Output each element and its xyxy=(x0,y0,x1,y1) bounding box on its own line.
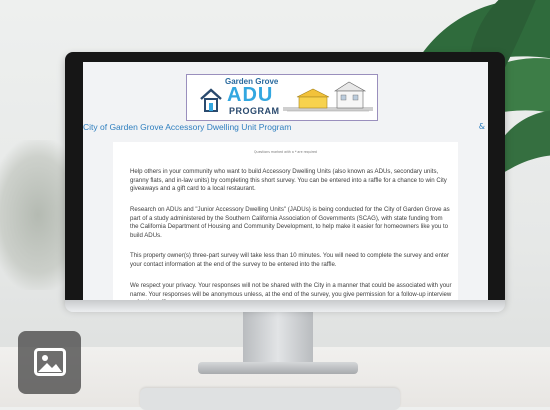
survey-card: Questions marked with a * are required H… xyxy=(113,142,458,300)
header-link[interactable]: & xyxy=(479,122,485,131)
background-plant xyxy=(0,140,70,290)
intro-paragraph: Help others in your community who want t… xyxy=(130,168,447,193)
image-icon xyxy=(34,348,66,376)
research-paragraph: Research on ADUs and "Junior Accessory D… xyxy=(130,206,450,239)
page-title: City of Garden Grove Accessory Dwelling … xyxy=(83,122,292,132)
adu-illustration xyxy=(283,81,373,112)
monitor-chin xyxy=(65,300,505,312)
monitor-screen: Garden Grove ADU PROGRAM City of Garden … xyxy=(83,62,488,300)
image-badge[interactable] xyxy=(18,331,81,394)
survey-length-paragraph: This property owner(s) three-part survey… xyxy=(130,252,450,268)
privacy-paragraph: We respect your privacy. Your responses … xyxy=(130,282,452,300)
required-note: Questions marked with a * are required xyxy=(254,150,317,154)
program-banner: Garden Grove ADU PROGRAM xyxy=(186,74,378,121)
house-icon xyxy=(200,88,222,112)
monitor-stand-base xyxy=(198,362,358,374)
logo-text-line3: PROGRAM xyxy=(229,106,280,116)
logo-text-line2: ADU xyxy=(227,84,274,106)
